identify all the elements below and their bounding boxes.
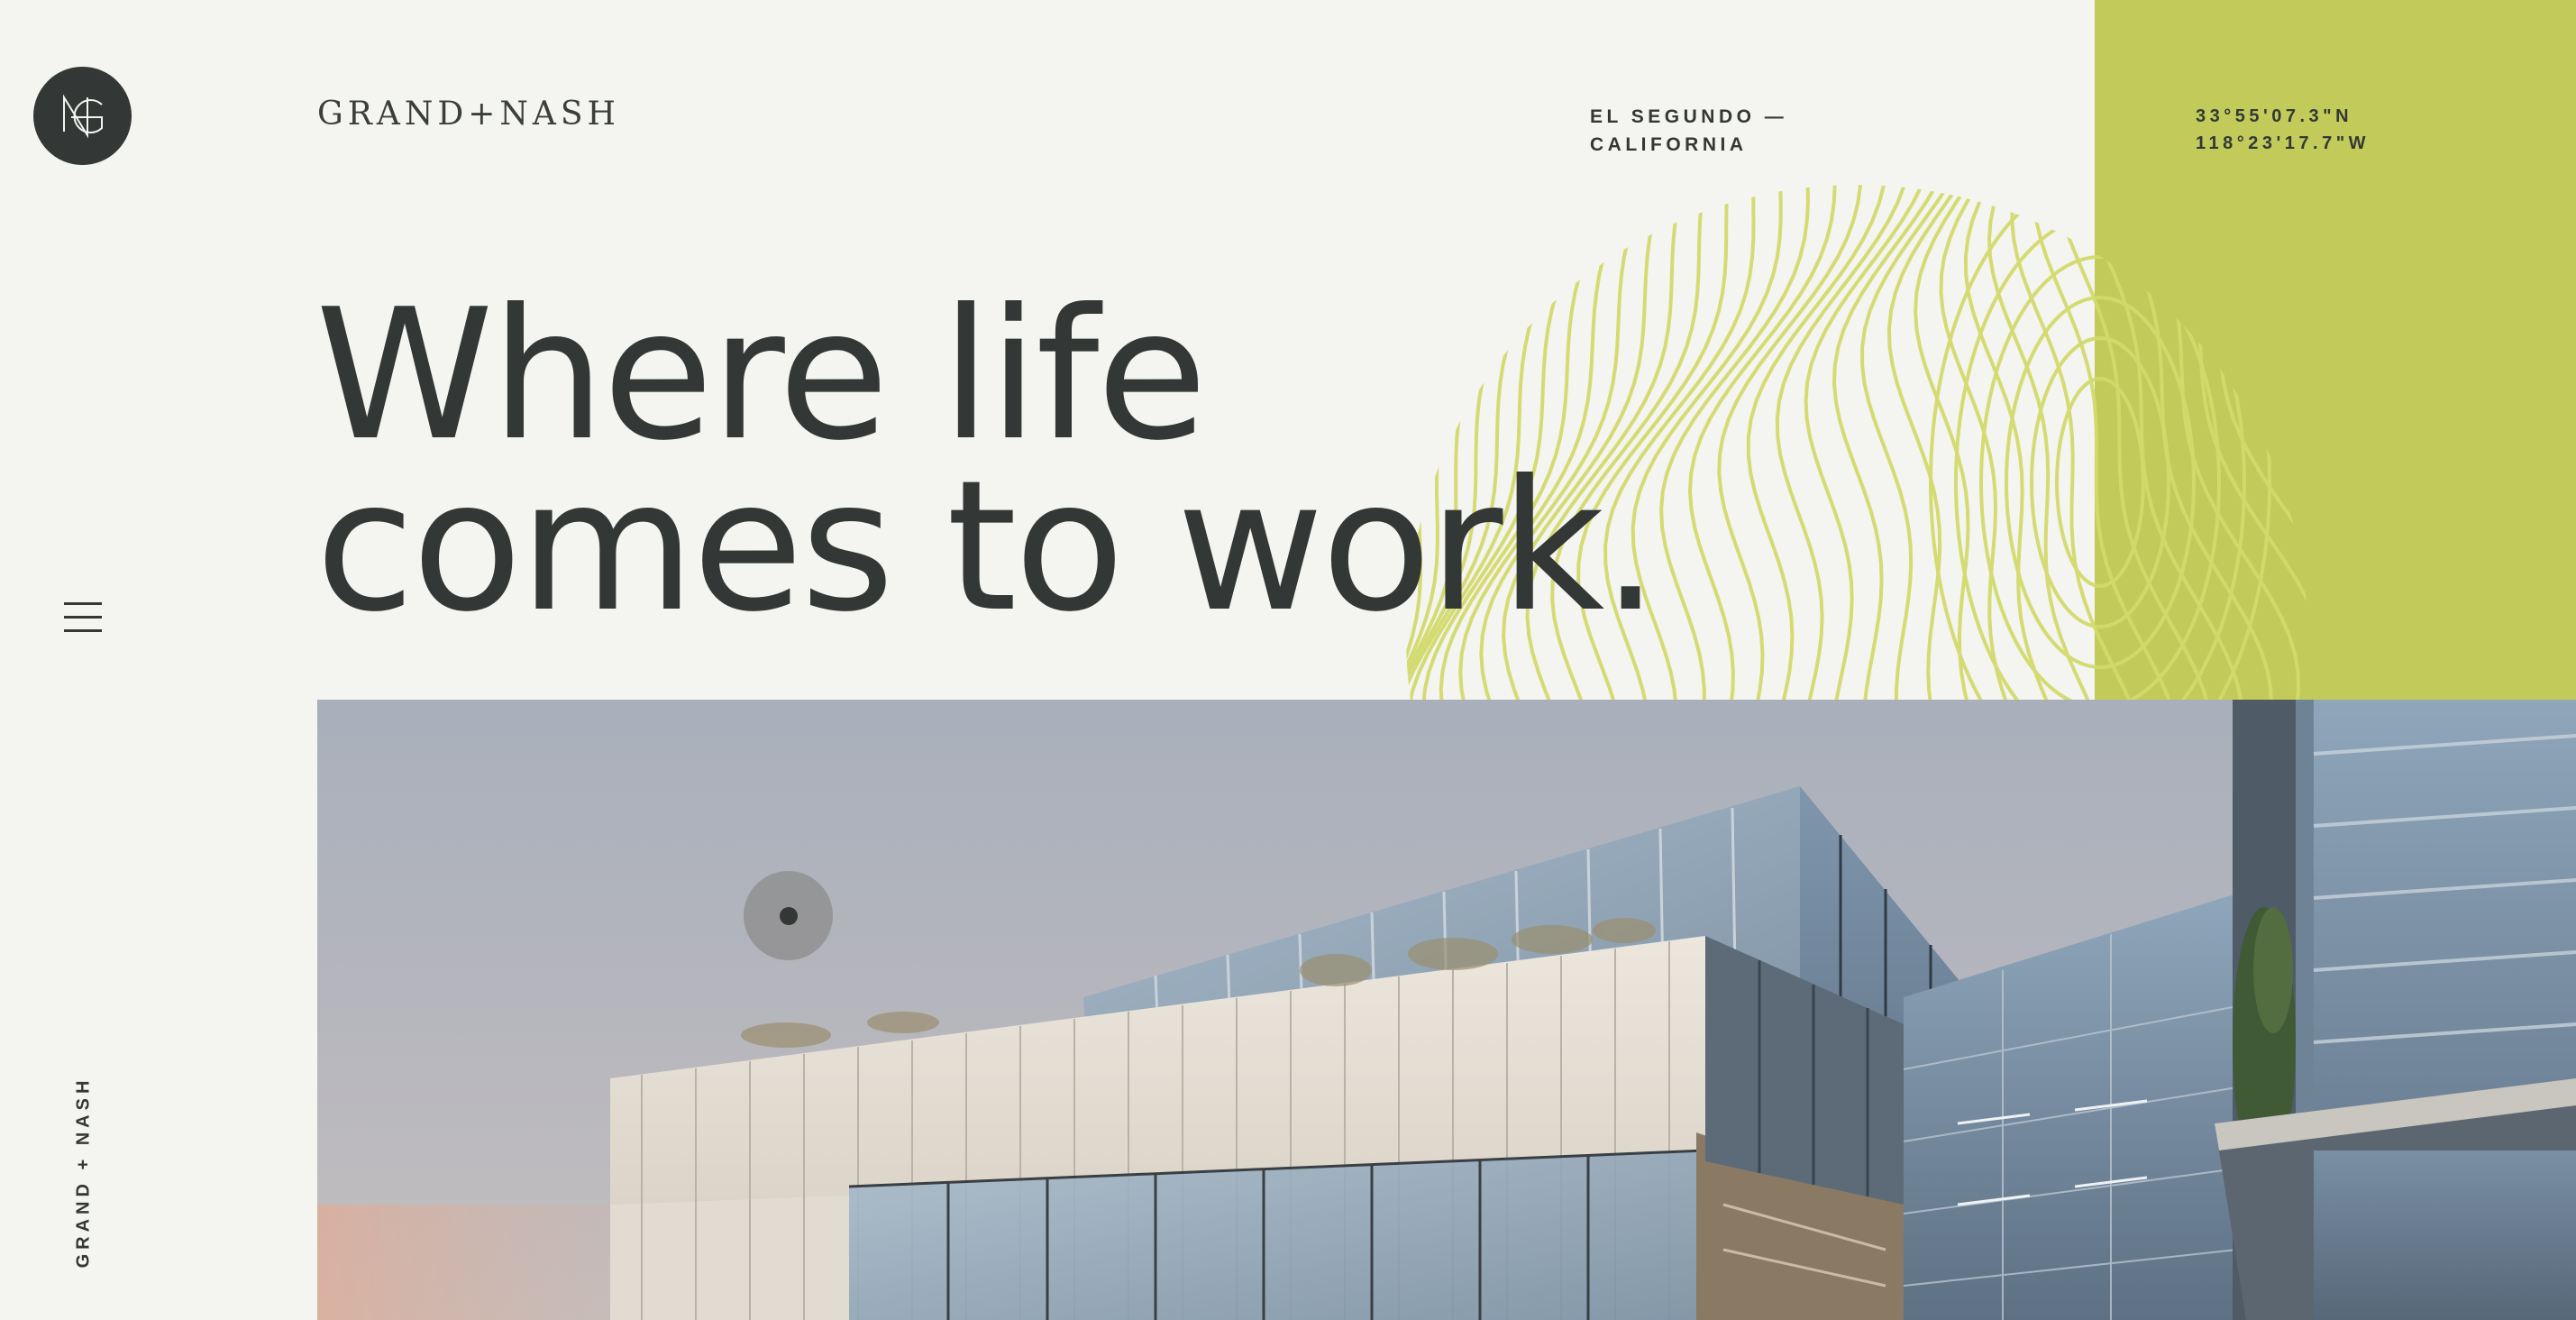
topo-contour-line — [2333, 185, 2343, 700]
hero-headline: Where life comes to work. — [315, 270, 1659, 652]
cursor-dot-center — [779, 906, 798, 925]
topo-contour-line — [2316, 185, 2343, 700]
logo-badge[interactable] — [33, 67, 132, 165]
building-illustration — [317, 700, 2576, 1320]
vertical-brand-label: GRAND + NASH — [73, 1076, 94, 1269]
cursor-indicator — [744, 871, 833, 960]
topo-contour-line — [1963, 185, 2060, 700]
topo-ring — [2055, 377, 2145, 588]
hamburger-menu-icon[interactable] — [64, 602, 102, 638]
menu-bar — [64, 602, 102, 605]
topo-contour-line — [2098, 185, 2274, 700]
location-line-1: EL SEGUNDO — — [1590, 106, 1788, 127]
coordinates-text: 33°55'07.3"N 118°23'17.7"W — [2196, 103, 2370, 157]
brand-wordmark[interactable]: GRAND+NASH — [317, 96, 620, 133]
headline-line-1: Where life — [315, 270, 1208, 481]
menu-bar — [64, 629, 102, 632]
topo-contour-line — [2257, 185, 2307, 700]
longitude: 118°23'17.7"W — [2196, 133, 2370, 153]
topo-contour-line — [2152, 185, 2307, 700]
topo-contour-line — [2297, 185, 2307, 700]
topo-contour-line — [2207, 185, 2307, 700]
hero-building-image — [317, 700, 2576, 1320]
location-line-2: CALIFORNIA — [1590, 134, 1748, 155]
topo-contour-line — [1804, 185, 1931, 700]
topo-ring — [1979, 255, 2221, 700]
topo-contour-line — [1659, 185, 1810, 700]
gn-monogram-icon — [62, 93, 103, 139]
topo-contour-line — [2180, 185, 2307, 700]
topo-ring — [2005, 296, 2196, 669]
topo-contour-line — [2125, 185, 2301, 700]
topo-contour-line — [2278, 185, 2307, 700]
topo-ring — [2030, 336, 2170, 628]
menu-bar — [64, 616, 102, 619]
headline-line-2: comes to work. — [315, 442, 1659, 652]
location-text: EL SEGUNDO — CALIFORNIA — [1590, 103, 1787, 159]
latitude: 33°55'07.3"N — [2196, 106, 2353, 126]
